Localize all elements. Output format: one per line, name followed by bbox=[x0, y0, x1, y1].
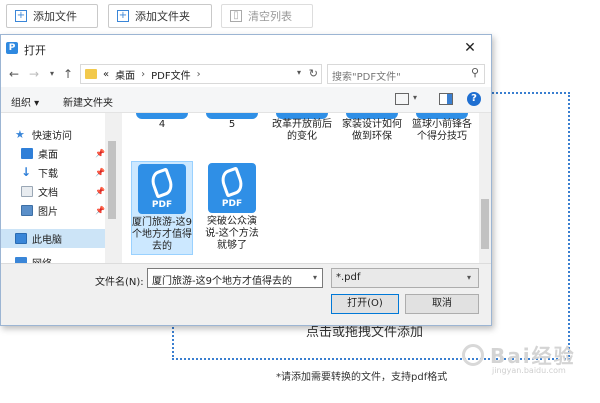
folder-icon bbox=[85, 69, 97, 79]
pdf-file-icon: PDF bbox=[138, 164, 186, 214]
open-file-dialog: P 打开 ✕ ← → ▾ ↑ « 桌面 › PDF文件 › ▾ ↻ 搜索"PDF… bbox=[0, 34, 492, 326]
pdf-file-icon: PDF bbox=[208, 163, 256, 213]
pin-icon: 📌 bbox=[95, 168, 105, 177]
preview-pane-icon[interactable] bbox=[439, 93, 453, 105]
add-folder-button[interactable]: + 添加文件夹 bbox=[108, 4, 212, 28]
add-folder-label: 添加文件夹 bbox=[135, 10, 190, 23]
file-item[interactable]: PDF 突破公众演说-这个方法就够了 bbox=[202, 161, 264, 255]
forward-arrow-icon[interactable]: → bbox=[25, 65, 43, 83]
file-name-label[interactable]: 4 bbox=[136, 119, 188, 131]
sidebar-item-label: 图片 bbox=[38, 207, 58, 218]
watermark-logo-icon bbox=[462, 344, 484, 366]
file-name-label: 厦门旅游-这9个地方才值得去的 bbox=[132, 217, 192, 252]
dialog-title: 打开 bbox=[24, 44, 46, 57]
navigation-pane: ★ 快速访问 桌面 📌 ↓ 下载 📌 文档 📌 图片 📌 此电脑 bbox=[1, 113, 119, 263]
view-options-icon[interactable] bbox=[395, 93, 409, 105]
sidebar-item-label: 此电脑 bbox=[32, 235, 62, 246]
supported-format-hint: *请添加需要转换的文件，支持pdf格式 bbox=[276, 372, 448, 383]
back-arrow-icon[interactable]: ← bbox=[5, 65, 23, 83]
add-file-icon: + bbox=[15, 10, 27, 22]
sidebar-item-quick-access[interactable]: ★ 快速访问 bbox=[1, 125, 119, 144]
download-icon: ↓ bbox=[21, 165, 32, 179]
up-arrow-icon[interactable]: ↑ bbox=[59, 65, 77, 83]
watermark-subtext: jingyan.baidu.com bbox=[492, 366, 566, 375]
file-list: 4 5 改革开放前后的变化 家装设计如何做到环保 篮球小前锋各个得分技巧 PDF… bbox=[122, 113, 479, 263]
watermark: Bai经验 jingyan.baidu.com bbox=[462, 340, 594, 378]
sidebar-item-network[interactable]: 网络 bbox=[1, 253, 119, 263]
file-type-select[interactable]: *.pdf bbox=[331, 268, 479, 288]
watermark-text: Bai经验 bbox=[490, 344, 576, 368]
filename-dropdown-icon[interactable]: ▾ bbox=[313, 273, 317, 282]
sidebar-item-pictures[interactable]: 图片 📌 bbox=[1, 201, 119, 220]
dialog-titlebar[interactable]: P 打开 ✕ bbox=[1, 35, 491, 61]
computer-icon bbox=[15, 233, 27, 244]
sidebar-item-downloads[interactable]: ↓ 下载 📌 bbox=[1, 163, 119, 182]
pin-icon: 📌 bbox=[95, 149, 105, 158]
file-name-label[interactable]: 5 bbox=[206, 119, 258, 131]
address-prefix: « bbox=[103, 68, 110, 80]
star-icon: ★ bbox=[15, 128, 25, 141]
sidebar-item-label: 下载 bbox=[38, 169, 58, 180]
new-folder-button[interactable]: 新建文件夹 bbox=[63, 94, 113, 109]
sidebar-item-label: 桌面 bbox=[38, 150, 58, 161]
breadcrumb-desktop[interactable]: 桌面 bbox=[115, 67, 135, 82]
add-folder-icon: + bbox=[117, 10, 129, 22]
picture-icon bbox=[21, 205, 33, 216]
view-dropdown-icon[interactable]: ▾ bbox=[413, 93, 417, 102]
sidebar-item-label: 快速访问 bbox=[32, 131, 72, 142]
app-toolbar: + 添加文件 + 添加文件夹 ▯ 清空列表 bbox=[0, 0, 600, 34]
address-dropdown-icon[interactable]: ▾ bbox=[297, 68, 301, 77]
search-icon: ⚲ bbox=[471, 66, 480, 79]
pdf-icon-label: PDF bbox=[151, 200, 173, 210]
pdf-icon-label: PDF bbox=[221, 199, 243, 209]
sidebar-item-label: 网络 bbox=[32, 255, 52, 263]
help-icon[interactable]: ? bbox=[467, 92, 481, 106]
clear-list-button[interactable]: ▯ 清空列表 bbox=[221, 4, 313, 28]
document-icon bbox=[21, 186, 33, 197]
breadcrumb-chevron-icon: › bbox=[196, 68, 201, 80]
trash-icon: ▯ bbox=[230, 10, 242, 22]
command-bar: 组织 ▾ 新建文件夹 ▾ ? bbox=[1, 87, 491, 113]
address-bar[interactable]: « 桌面 › PDF文件 › ▾ ↻ bbox=[80, 64, 322, 84]
pin-icon: 📌 bbox=[95, 206, 105, 215]
clear-list-label: 清空列表 bbox=[248, 10, 292, 23]
navigation-bar: ← → ▾ ↑ « 桌面 › PDF文件 › ▾ ↻ 搜索"PDF文件" ⚲ bbox=[1, 61, 491, 87]
file-list-scrollbar-thumb[interactable] bbox=[481, 199, 489, 249]
search-input[interactable]: 搜索"PDF文件" bbox=[327, 64, 485, 84]
file-list-scrollbar[interactable] bbox=[479, 113, 491, 263]
breadcrumb-chevron-icon: › bbox=[141, 68, 146, 80]
nav-pane-scrollbar[interactable] bbox=[105, 113, 119, 263]
app-window: + 添加文件 + 添加文件夹 ▯ 清空列表 点击或拖拽文件添加 *请添加需要转换… bbox=[0, 0, 600, 403]
pin-icon: 📌 bbox=[95, 187, 105, 196]
sidebar-item-desktop[interactable]: 桌面 📌 bbox=[1, 144, 119, 163]
breadcrumb-pdf-folder[interactable]: PDF文件 bbox=[151, 67, 190, 82]
dialog-footer: 文件名(N): 厦门旅游-这9个地方才值得去的 ▾ *.pdf ▾ 打开(O) … bbox=[1, 263, 491, 325]
app-logo-icon: P bbox=[6, 42, 18, 54]
open-button[interactable]: 打开(O) bbox=[331, 294, 399, 314]
refresh-icon[interactable]: ↻ bbox=[309, 67, 318, 80]
file-name-label[interactable]: 篮球小前锋各个得分技巧 bbox=[412, 119, 472, 143]
file-name-label[interactable]: 家装设计如何做到环保 bbox=[342, 119, 402, 143]
sidebar-item-label: 文档 bbox=[38, 188, 58, 199]
file-name-label: 突破公众演说-这个方法就够了 bbox=[205, 216, 259, 251]
add-file-label: 添加文件 bbox=[33, 10, 77, 23]
organize-menu[interactable]: 组织 ▾ bbox=[11, 94, 39, 109]
filename-label: 文件名(N): bbox=[95, 277, 144, 288]
cancel-button[interactable]: 取消 bbox=[405, 294, 479, 314]
file-name-label[interactable]: 改革开放前后的变化 bbox=[272, 119, 332, 143]
file-type-dropdown-icon[interactable]: ▾ bbox=[467, 273, 471, 282]
nav-pane-scrollbar-thumb[interactable] bbox=[108, 141, 116, 219]
desktop-icon bbox=[21, 148, 33, 159]
sidebar-item-this-pc[interactable]: 此电脑 bbox=[1, 229, 119, 248]
close-button[interactable]: ✕ bbox=[455, 38, 485, 58]
add-file-button[interactable]: + 添加文件 bbox=[6, 4, 98, 28]
filename-input[interactable]: 厦门旅游-这9个地方才值得去的 bbox=[147, 268, 323, 288]
sidebar-item-documents[interactable]: 文档 📌 bbox=[1, 182, 119, 201]
file-item-selected[interactable]: PDF 厦门旅游-这9个地方才值得去的 bbox=[131, 161, 193, 255]
